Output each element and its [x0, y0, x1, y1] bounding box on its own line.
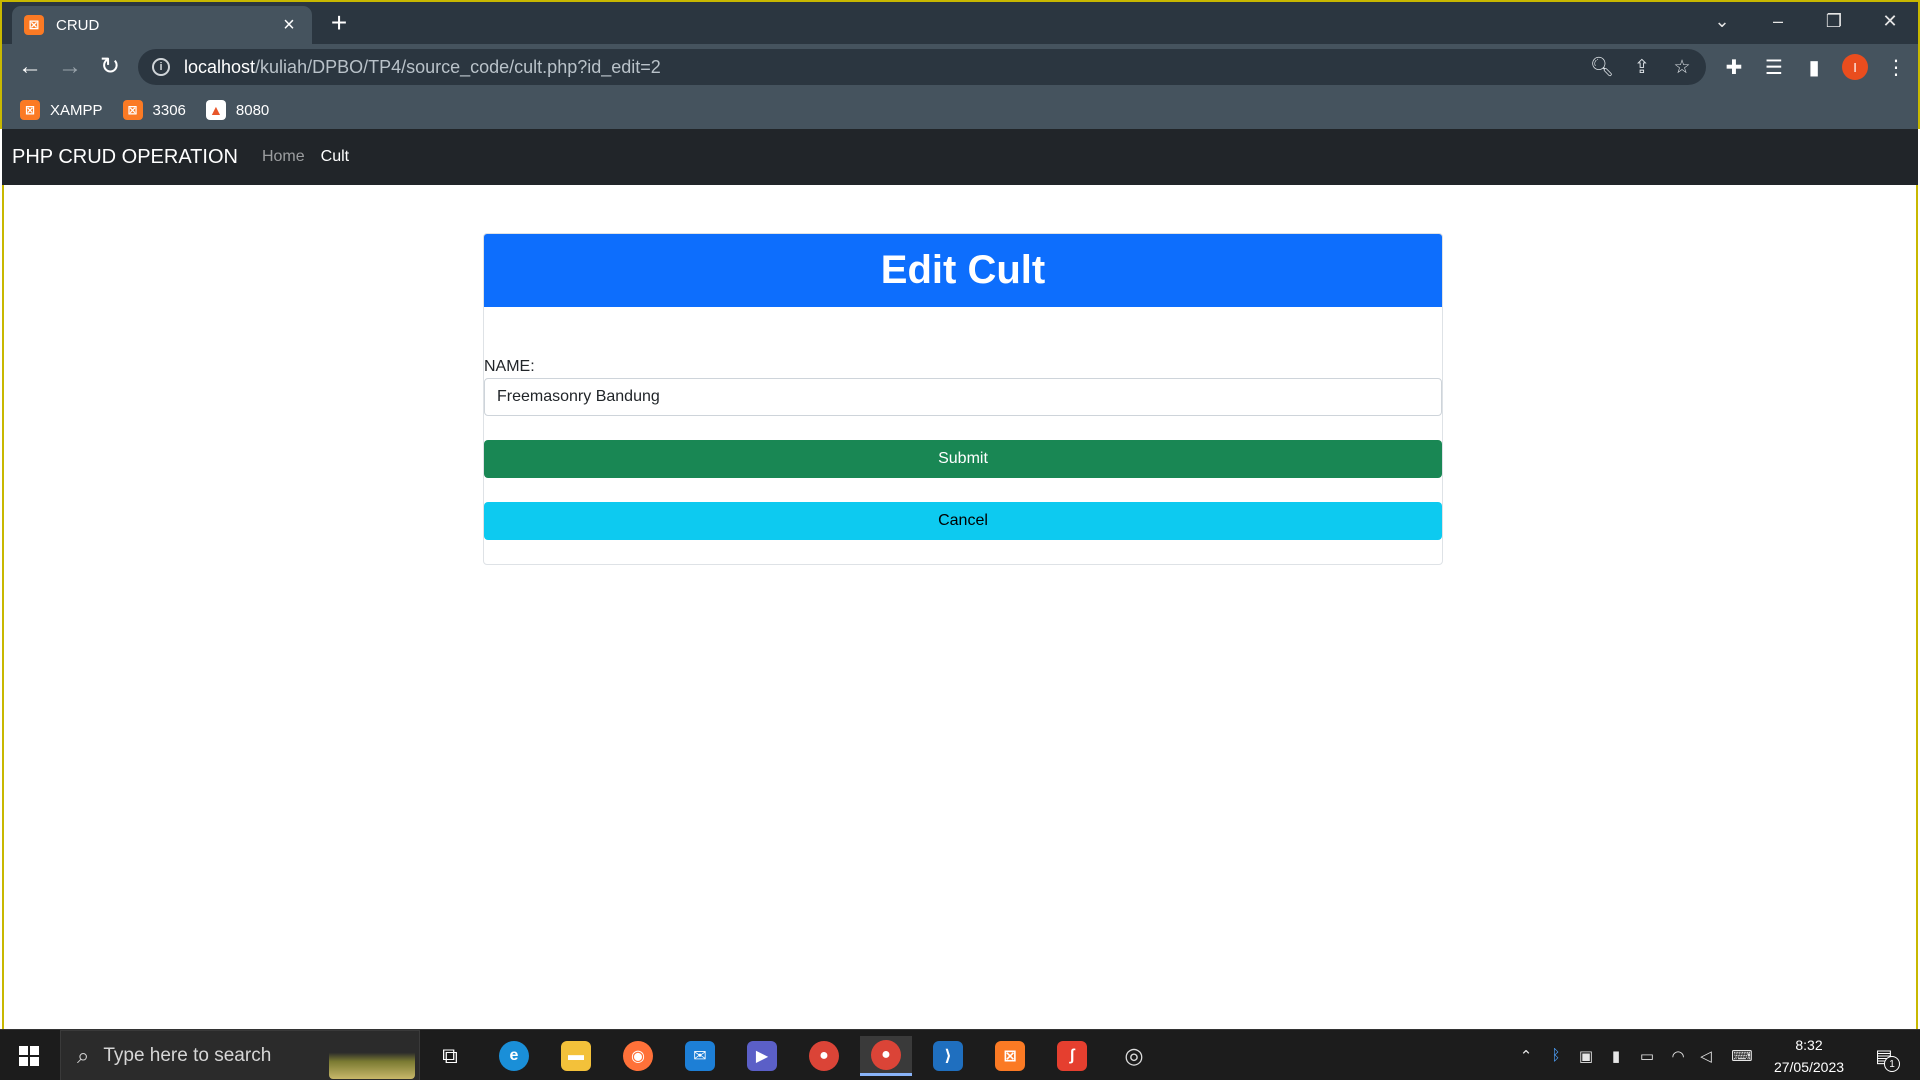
mail-icon[interactable]: ✉: [674, 1036, 726, 1076]
close-window-icon[interactable]: ✕: [1862, 2, 1918, 40]
obs-icon[interactable]: ◎: [1108, 1036, 1160, 1076]
browser-tab[interactable]: ⊠ CRUD ×: [12, 6, 312, 44]
tab-strip: ⊠ CRUD × + ⌄ – ❐ ✕: [2, 2, 1918, 44]
xampp-icon: ⊠: [122, 100, 143, 120]
windows-taskbar: ⌕ Type here to search ⧉ e ▬ ◉ ✉ ▶ ● ● ⟩ …: [0, 1029, 1920, 1080]
browser-chrome: ⊠ CRUD × + ⌄ – ❐ ✕ ← → ↻ i localhost /ku…: [0, 0, 1920, 129]
site-navbar: PHP CRUD OPERATION Home Cult: [2, 129, 1918, 185]
edge-icon[interactable]: e: [488, 1036, 540, 1076]
notification-count: 1: [1884, 1056, 1900, 1072]
search-highlight-icon: [329, 1035, 415, 1079]
side-panel-icon[interactable]: ▮: [1798, 51, 1830, 83]
minimize-icon[interactable]: –: [1750, 2, 1806, 40]
tab-search-chevron-icon[interactable]: ⌄: [1694, 2, 1750, 40]
nav-link-cult[interactable]: Cult: [321, 148, 349, 166]
reload-icon[interactable]: ↻: [94, 51, 126, 83]
tab-close-icon[interactable]: ×: [278, 15, 300, 35]
chrome-profile-icon[interactable]: ●: [860, 1036, 912, 1076]
new-tab-button[interactable]: +: [324, 8, 354, 38]
url-host: localhost: [184, 56, 256, 77]
name-label: NAME:: [484, 358, 535, 375]
windows-logo-icon: [19, 1045, 39, 1066]
edit-cult-card: Edit Cult NAME: Submit Cancel: [483, 233, 1443, 565]
site-info-icon[interactable]: i: [152, 58, 170, 76]
back-arrow-icon[interactable]: ←: [14, 51, 46, 83]
search-placeholder: Type here to search: [103, 1044, 272, 1066]
tray-chevron-up-icon[interactable]: ⌃: [1512, 1030, 1540, 1080]
xampp-icon: ⊠: [20, 100, 40, 120]
taskbar-clock[interactable]: 8:32 27/05/2023: [1764, 1034, 1854, 1078]
bookmark-xampp[interactable]: ⊠ XAMPP: [20, 100, 103, 120]
vscode-icon[interactable]: ⟩: [922, 1036, 974, 1076]
bookmark-8080[interactable]: ▲ 8080: [205, 100, 270, 120]
microphone-icon[interactable]: ▮: [1602, 1030, 1630, 1080]
battery-icon[interactable]: ▭: [1632, 1030, 1662, 1080]
bookmark-star-icon[interactable]: ☆: [1664, 49, 1700, 85]
media-control-icon[interactable]: ☰: [1758, 51, 1790, 83]
filezilla-icon[interactable]: ʃ: [1046, 1036, 1098, 1076]
bookmark-label: 3306: [152, 101, 186, 119]
bluetooth-icon[interactable]: ᛒ: [1542, 1030, 1570, 1080]
nav-link-home[interactable]: Home: [262, 148, 305, 166]
flame-icon: ▲: [205, 100, 226, 120]
restore-icon[interactable]: ❐: [1806, 2, 1862, 40]
page-title: Edit Cult: [484, 234, 1442, 307]
tab-title: CRUD: [56, 16, 100, 34]
bookmark-3306[interactable]: ⊠ 3306: [122, 100, 186, 120]
menu-kebab-icon[interactable]: ⋮: [1880, 51, 1912, 83]
clock-date: 27/05/2023: [1773, 1059, 1845, 1075]
name-input[interactable]: [484, 378, 1442, 416]
taskbar-search[interactable]: ⌕ Type here to search: [60, 1030, 420, 1080]
zoom-icon[interactable]: 🔍︎: [1584, 49, 1620, 85]
chrome-icon[interactable]: ●: [798, 1036, 850, 1076]
wifi-icon[interactable]: ◠: [1664, 1030, 1692, 1080]
cancel-button[interactable]: Cancel: [484, 502, 1442, 540]
clock-time: 8:32: [1795, 1037, 1823, 1053]
browser-toolbar: ← → ↻ i localhost /kuliah/DPBO/TP4/sourc…: [2, 44, 1918, 90]
camera-icon[interactable]: ▣: [1572, 1030, 1600, 1080]
search-icon: ⌕: [77, 1042, 90, 1068]
page-viewport: Edit Cult NAME: Submit Cancel: [2, 185, 1918, 1029]
address-bar[interactable]: i localhost /kuliah/DPBO/TP4/source_code…: [138, 49, 1706, 85]
volume-icon[interactable]: ◁: [1692, 1030, 1720, 1080]
bookmark-label: XAMPP: [50, 101, 103, 119]
file-explorer-icon[interactable]: ▬: [550, 1036, 602, 1076]
start-button[interactable]: [0, 1030, 58, 1080]
navbar-brand[interactable]: PHP CRUD OPERATION: [12, 146, 238, 169]
keyboard-icon[interactable]: ⌨: [1724, 1030, 1760, 1080]
bookmarks-bar: ⊠ XAMPP ⊠ 3306 ▲ 8080: [2, 90, 1918, 130]
notification-center-icon[interactable]: ▤ 1: [1868, 1040, 1900, 1072]
profile-avatar[interactable]: I: [1842, 54, 1868, 80]
task-view-icon[interactable]: ⧉: [424, 1036, 476, 1076]
extensions-icon[interactable]: ✚: [1718, 51, 1750, 83]
xampp-taskbar-icon[interactable]: ⊠: [984, 1036, 1036, 1076]
submit-button[interactable]: Submit: [484, 440, 1442, 478]
xampp-favicon-icon: ⊠: [24, 15, 44, 35]
firefox-icon[interactable]: ◉: [612, 1036, 664, 1076]
bing-icon[interactable]: ▶: [736, 1036, 788, 1076]
forward-arrow-icon[interactable]: →: [54, 51, 86, 83]
url-path: /kuliah/DPBO/TP4/source_code/cult.php?id…: [255, 56, 661, 77]
bookmark-label: 8080: [235, 101, 270, 119]
share-icon[interactable]: ⇪: [1624, 49, 1660, 85]
